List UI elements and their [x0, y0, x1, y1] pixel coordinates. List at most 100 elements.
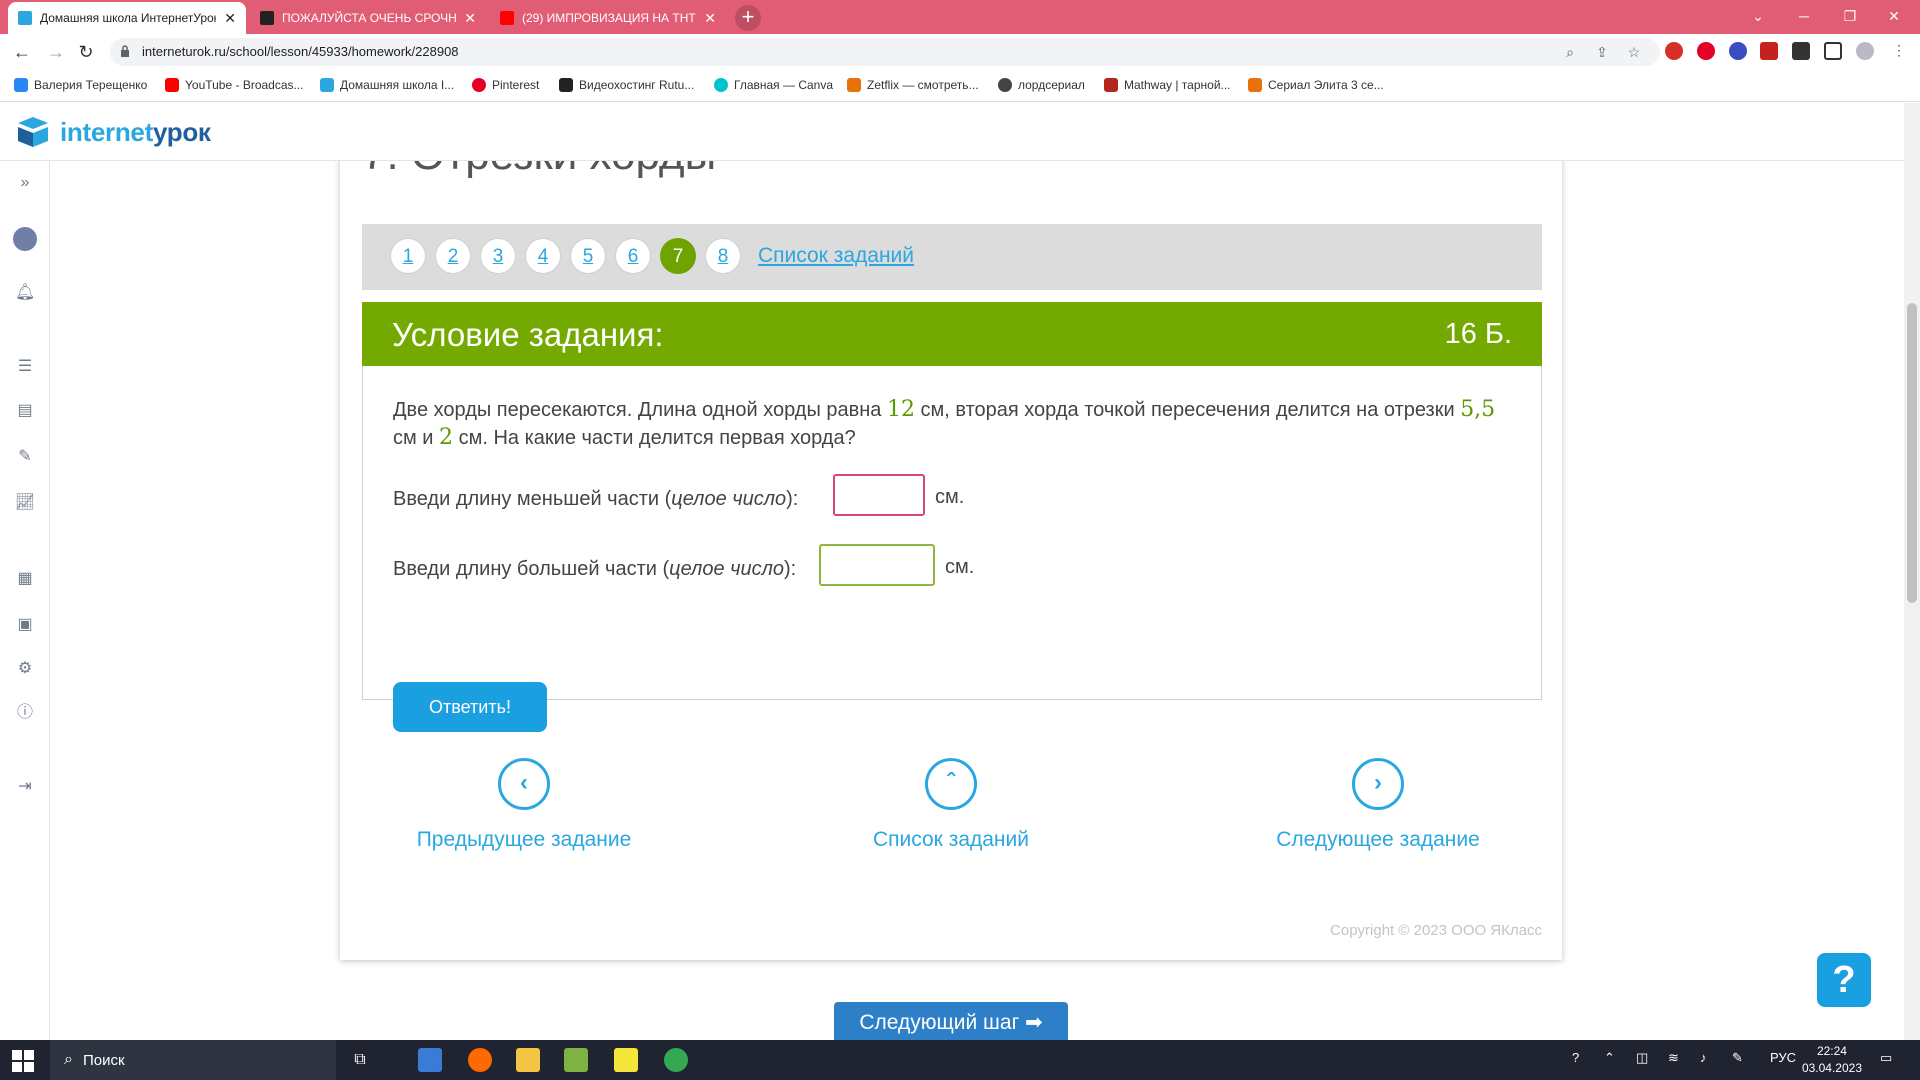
statement-number: 5,5 [1460, 397, 1496, 422]
previous-task-label[interactable]: Предыдущее задание [404, 828, 644, 852]
bookmark-item[interactable]: Сериал Элита 3 се... [1248, 78, 1384, 92]
gear-icon[interactable]: ⚙ [13, 657, 37, 681]
chrome-icon[interactable] [664, 1048, 688, 1072]
sticky-notes-icon[interactable] [614, 1048, 638, 1072]
close-tab-icon[interactable]: ✕ [704, 10, 716, 27]
grid-extension-icon[interactable] [1760, 42, 1778, 60]
pen-icon[interactable]: ✎ [1732, 1050, 1743, 1066]
tab-znanija[interactable]: ПОЖАЛУЙСТА ОЧЕНЬ СРОЧНО ✕ [250, 2, 486, 34]
tab-search-icon[interactable]: ⌄ [1740, 4, 1776, 28]
windows-start-icon[interactable] [12, 1050, 34, 1072]
restore-icon[interactable]: ❐ [1832, 4, 1868, 28]
previous-task-link[interactable]: ‹ Предыдущее задание [404, 758, 644, 852]
page-link-3[interactable]: 3 [480, 238, 516, 274]
scrollbar-thumb[interactable] [1907, 303, 1917, 603]
document-icon[interactable]: ▦ [13, 567, 37, 591]
extensions-puzzle-icon[interactable] [1792, 42, 1810, 60]
tab-youtube[interactable]: (29) ИМПРОВИЗАЦИЯ НА ТНТ | ✕ [490, 2, 726, 34]
notifications-icon[interactable]: ▭ [1880, 1050, 1892, 1066]
network-icon[interactable]: ◫ [1636, 1050, 1648, 1066]
larger-part-input[interactable] [819, 544, 935, 586]
logout-icon[interactable]: ⇥ [13, 775, 37, 799]
user-avatar[interactable] [13, 227, 37, 251]
page-link-8[interactable]: 8 [705, 238, 741, 274]
task-list-nav-link[interactable]: ˆ Список заданий [831, 758, 1071, 852]
bookmarks-bar: Валерия Терещенко YouTube - Broadcas... … [0, 70, 1920, 102]
volume-icon[interactable]: ♪ [1700, 1050, 1707, 1065]
site-logo[interactable]: internetурок [14, 113, 211, 151]
pinterest-extension-icon[interactable] [1697, 42, 1715, 60]
chevron-left-icon[interactable]: ‹ [498, 758, 550, 810]
smaller-part-input[interactable] [833, 474, 925, 516]
bookmark-item[interactable]: YouTube - Broadcas... [165, 78, 304, 92]
smaller-part-label: Введи длину меньшей части (целое число): [393, 488, 798, 511]
close-window-icon[interactable]: ✕ [1876, 4, 1912, 28]
bookmark-item[interactable]: Pinterest [472, 78, 539, 92]
bookmark-item[interactable]: Валерия Терещенко [14, 78, 147, 92]
taskbar-search[interactable]: ⌕ Поиск [50, 1040, 336, 1080]
language-indicator[interactable]: РУС [1770, 1050, 1796, 1065]
minimize-icon[interactable]: ─ [1786, 4, 1822, 28]
page-link-4[interactable]: 4 [525, 238, 561, 274]
clock-date: 03.04.2023 [1801, 1061, 1862, 1075]
statement-number: 2 [439, 425, 454, 450]
vpn-extension-icon[interactable] [1729, 42, 1747, 60]
share-icon[interactable]: ⇪ [1594, 44, 1610, 60]
bookmark-item[interactable]: Домашняя школа I... [320, 78, 454, 92]
question-hint: целое число [671, 488, 787, 510]
adblock-extension-icon[interactable] [1665, 42, 1683, 60]
minecraft-icon[interactable] [564, 1048, 588, 1072]
wallet-icon[interactable]: ▣ [13, 613, 37, 637]
address-bar[interactable]: interneturok.ru/school/lesson/45933/home… [110, 38, 1660, 66]
taskbar-clock[interactable]: 22:24 03.04.2023 [1802, 1043, 1862, 1077]
notes-icon[interactable]: ✎ [13, 445, 37, 469]
submit-answer-button[interactable]: Ответить! [393, 682, 547, 732]
bookmark-item[interactable]: Главная — Canva [714, 78, 833, 92]
new-tab-button[interactable]: + [735, 5, 761, 31]
task-list-link[interactable]: Список заданий [758, 244, 914, 268]
file-explorer-icon[interactable] [516, 1048, 540, 1072]
next-task-link[interactable]: › Следующее задание [1258, 758, 1498, 852]
reload-icon[interactable]: ↻ [74, 40, 98, 64]
zoom-icon[interactable]: ⌕ [1562, 44, 1578, 60]
chevron-up-icon[interactable]: ˆ [925, 758, 977, 810]
back-icon[interactable]: ← [10, 40, 34, 64]
bell-icon[interactable]: 🔔︎ [13, 281, 37, 305]
next-task-label[interactable]: Следующее задание [1258, 828, 1498, 852]
app-window-icon[interactable] [418, 1048, 442, 1072]
tab-interneturok[interactable]: Домашняя школа ИнтернетУрок ✕ [8, 2, 246, 34]
expand-sidebar-icon[interactable]: » [13, 171, 37, 195]
chevron-right-icon[interactable]: › [1352, 758, 1404, 810]
url-text[interactable]: interneturok.ru/school/lesson/45933/home… [142, 44, 459, 59]
wifi-icon[interactable]: ≋ [1668, 1050, 1679, 1066]
profile-avatar-icon[interactable] [1856, 42, 1874, 60]
task-list-nav-label[interactable]: Список заданий [831, 828, 1071, 852]
tray-expand-icon[interactable]: ⌃ [1604, 1050, 1615, 1066]
help-tray-icon[interactable]: ? [1572, 1050, 1579, 1065]
help-button[interactable]: ? [1817, 953, 1871, 1007]
page-link-1[interactable]: 1 [390, 238, 426, 274]
page-link-5[interactable]: 5 [570, 238, 606, 274]
task-view-icon[interactable]: ⧉ [348, 1048, 372, 1072]
browser-menu-icon[interactable]: ⋮ [1890, 42, 1908, 60]
question-icon[interactable]: ⓘ [13, 701, 37, 725]
page-link-7-current[interactable]: 7 [660, 238, 696, 274]
close-tab-icon[interactable]: ✕ [224, 10, 236, 27]
page-link-6[interactable]: 6 [615, 238, 651, 274]
bookmark-item[interactable]: Видеохостинг Rutu... [559, 78, 694, 92]
forward-icon[interactable]: → [44, 40, 68, 64]
browser-tab-bar: Домашняя школа ИнтернетУрок ✕ ПОЖАЛУЙСТА… [0, 0, 1920, 34]
page-link-2[interactable]: 2 [435, 238, 471, 274]
bookmark-item[interactable]: Zetflix — смотреть... [847, 78, 979, 92]
clipboard-icon[interactable]: ▤ [13, 399, 37, 423]
close-tab-icon[interactable]: ✕ [464, 10, 476, 27]
bookmark-item[interactable]: Mathway | тарной... [1104, 78, 1231, 92]
chart-icon[interactable]: 📈︎ [13, 491, 37, 515]
bookmark-star-icon[interactable]: ☆ [1626, 44, 1642, 60]
search-icon: ⌕ [64, 1051, 73, 1068]
yandex-browser-icon[interactable] [468, 1048, 492, 1072]
page-scrollbar[interactable] [1904, 103, 1920, 1040]
bookmark-item[interactable]: лордсериал [998, 78, 1085, 92]
list-icon[interactable]: ☰ [13, 355, 37, 379]
side-panel-icon[interactable] [1824, 42, 1842, 60]
